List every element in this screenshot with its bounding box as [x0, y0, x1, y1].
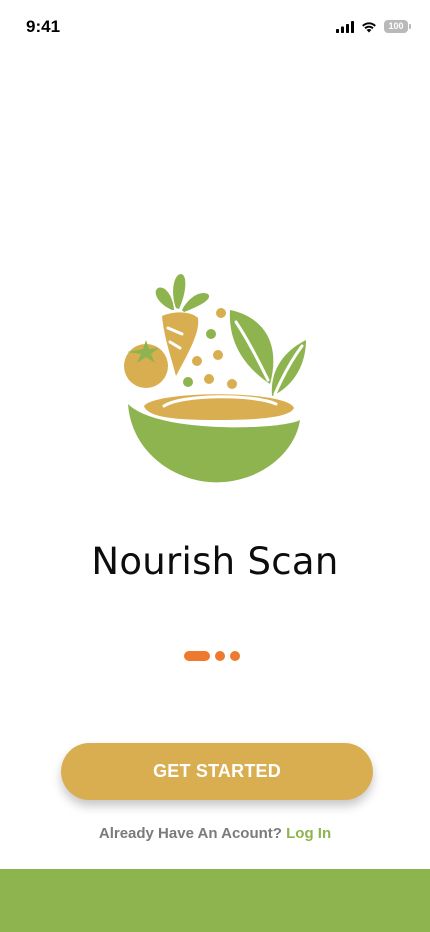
wifi-icon [362, 21, 376, 32]
page-dot-active [184, 651, 210, 661]
status-time: 9:41 [26, 17, 61, 36]
battery-cap [409, 24, 411, 29]
cellular-signal-icon [336, 20, 354, 33]
carrot-leaf-icon [155, 287, 174, 310]
login-link[interactable]: Log In [286, 825, 331, 842]
seed-icon [213, 350, 223, 360]
battery-level: 100 [388, 21, 404, 31]
page-indicator [184, 651, 240, 661]
seed-icon [216, 308, 226, 318]
seed-icon [204, 374, 214, 384]
carrot-leaf-icon [182, 292, 210, 312]
seed-icon [183, 377, 193, 387]
seed-icon [192, 356, 202, 366]
status-bar: 9:41 100 [0, 0, 430, 56]
app-title: Nourish Scan [91, 540, 339, 583]
get-started-button[interactable]: GET STARTED [61, 743, 373, 800]
salad-bowl-logo [124, 274, 306, 483]
seed-icon [227, 379, 237, 389]
seed-icon [206, 329, 216, 339]
page-dot [215, 651, 225, 661]
status-icons: 100 [336, 20, 411, 33]
footer-band [0, 869, 430, 932]
login-prompt-text: Already Have An Acount? [98, 825, 282, 842]
login-prompt-line: Already Have An Acount? Log In [0, 825, 430, 842]
page-dot [230, 651, 240, 661]
carrot-leaf-icon [173, 274, 186, 309]
battery-icon: 100 [384, 20, 411, 33]
